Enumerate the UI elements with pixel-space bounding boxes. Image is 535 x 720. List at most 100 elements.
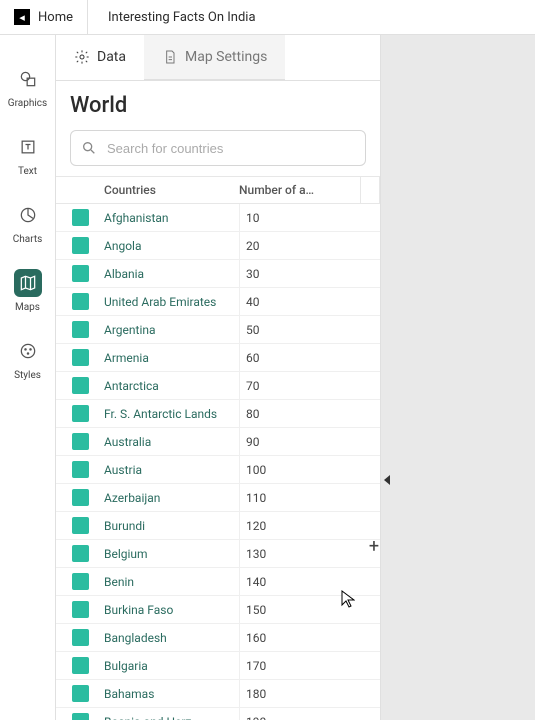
value-cell[interactable]: 50 bbox=[239, 316, 380, 343]
color-swatch[interactable] bbox=[72, 405, 89, 422]
value-cell[interactable]: 30 bbox=[239, 260, 380, 287]
country-cell[interactable]: Bangladesh bbox=[104, 631, 239, 645]
search-wrap[interactable] bbox=[70, 130, 366, 166]
canvas-area[interactable]: + bbox=[381, 35, 535, 720]
color-swatch[interactable] bbox=[72, 629, 89, 646]
country-cell[interactable]: Armenia bbox=[104, 351, 239, 365]
color-swatch[interactable] bbox=[72, 517, 89, 534]
value-cell[interactable]: 110 bbox=[239, 484, 380, 511]
value-cell[interactable]: 70 bbox=[239, 372, 380, 399]
add-button[interactable]: + bbox=[363, 535, 385, 557]
rail-item-maps[interactable]: Maps bbox=[0, 257, 55, 325]
tab-settings-label: Map Settings bbox=[185, 49, 267, 65]
rail-item-text[interactable]: Text bbox=[0, 121, 55, 189]
value-cell[interactable]: 180 bbox=[239, 680, 380, 707]
table-row[interactable]: Azerbaijan110 bbox=[56, 484, 380, 512]
color-swatch[interactable] bbox=[72, 545, 89, 562]
rail-item-styles[interactable]: Styles bbox=[0, 325, 55, 393]
country-cell[interactable]: Belgium bbox=[104, 547, 239, 561]
rail-label-charts: Charts bbox=[13, 234, 43, 245]
country-cell[interactable]: Afghanistan bbox=[104, 211, 239, 225]
country-cell[interactable]: Antarctica bbox=[104, 379, 239, 393]
table-row[interactable]: Antarctica70 bbox=[56, 372, 380, 400]
country-cell[interactable]: Albania bbox=[104, 267, 239, 281]
country-cell[interactable]: Bahamas bbox=[104, 687, 239, 701]
color-swatch[interactable] bbox=[72, 293, 89, 310]
color-swatch[interactable] bbox=[72, 657, 89, 674]
value-cell[interactable]: 150 bbox=[239, 596, 380, 623]
color-swatch[interactable] bbox=[72, 209, 89, 226]
table-row[interactable]: Bulgaria170 bbox=[56, 652, 380, 680]
value-cell[interactable]: 40 bbox=[239, 288, 380, 315]
country-cell[interactable]: United Arab Emirates bbox=[104, 295, 239, 309]
value-cell[interactable]: 80 bbox=[239, 400, 380, 427]
table-row[interactable]: Benin140 bbox=[56, 568, 380, 596]
color-swatch[interactable] bbox=[72, 237, 89, 254]
charts-icon bbox=[14, 201, 42, 229]
home-button[interactable]: ◂ Home bbox=[0, 0, 88, 34]
value-cell[interactable]: 130 bbox=[239, 540, 380, 567]
col-countries[interactable]: Countries bbox=[104, 183, 239, 197]
table-row[interactable]: Afghanistan10 bbox=[56, 204, 380, 232]
table-row[interactable]: Bahamas180 bbox=[56, 680, 380, 708]
value-cell[interactable]: 140 bbox=[239, 568, 380, 595]
color-swatch[interactable] bbox=[72, 265, 89, 282]
country-cell[interactable]: Argentina bbox=[104, 323, 239, 337]
color-swatch[interactable] bbox=[72, 461, 89, 478]
value-cell[interactable]: 190 bbox=[239, 708, 380, 720]
table-row[interactable]: Australia90 bbox=[56, 428, 380, 456]
color-swatch[interactable] bbox=[72, 573, 89, 590]
color-swatch[interactable] bbox=[72, 601, 89, 618]
table-row[interactable]: Burkina Faso150 bbox=[56, 596, 380, 624]
tab-map-settings[interactable]: Map Settings bbox=[144, 35, 285, 80]
table-row[interactable]: Fr. S. Antarctic Lands80 bbox=[56, 400, 380, 428]
color-swatch[interactable] bbox=[72, 321, 89, 338]
countries-table: Countries Number of a… Afghanistan10Ango… bbox=[56, 176, 380, 720]
table-body[interactable]: Afghanistan10Angola20Albania30United Ara… bbox=[56, 204, 380, 720]
tab-data[interactable]: Data bbox=[56, 35, 144, 80]
value-cell[interactable]: 170 bbox=[239, 652, 380, 679]
color-swatch[interactable] bbox=[72, 685, 89, 702]
rail-label-styles: Styles bbox=[14, 370, 41, 381]
value-cell[interactable]: 100 bbox=[239, 456, 380, 483]
color-swatch[interactable] bbox=[72, 713, 89, 720]
table-row[interactable]: United Arab Emirates40 bbox=[56, 288, 380, 316]
country-cell[interactable]: Benin bbox=[104, 575, 239, 589]
country-cell[interactable]: Angola bbox=[104, 239, 239, 253]
table-row[interactable]: Belgium130 bbox=[56, 540, 380, 568]
table-row[interactable]: Angola20 bbox=[56, 232, 380, 260]
country-cell[interactable]: Austria bbox=[104, 463, 239, 477]
rail-item-graphics[interactable]: Graphics bbox=[0, 53, 55, 121]
color-swatch[interactable] bbox=[72, 377, 89, 394]
table-row[interactable]: Argentina50 bbox=[56, 316, 380, 344]
collapse-panel-button[interactable] bbox=[380, 465, 394, 495]
value-cell[interactable]: 120 bbox=[239, 512, 380, 539]
rail-item-charts[interactable]: Charts bbox=[0, 189, 55, 257]
country-cell[interactable]: Australia bbox=[104, 435, 239, 449]
value-cell[interactable]: 20 bbox=[239, 232, 380, 259]
col-value[interactable]: Number of a… bbox=[239, 183, 360, 197]
color-swatch[interactable] bbox=[72, 489, 89, 506]
country-cell[interactable]: Burkina Faso bbox=[104, 603, 239, 617]
value-cell[interactable]: 160 bbox=[239, 624, 380, 651]
gear-icon bbox=[74, 49, 90, 65]
table-row[interactable]: Burundi120 bbox=[56, 512, 380, 540]
table-row[interactable]: Bangladesh160 bbox=[56, 624, 380, 652]
country-cell[interactable]: Fr. S. Antarctic Lands bbox=[104, 407, 239, 421]
value-cell[interactable]: 90 bbox=[239, 428, 380, 455]
country-cell[interactable]: Burundi bbox=[104, 519, 239, 533]
country-cell[interactable]: Bulgaria bbox=[104, 659, 239, 673]
table-row[interactable]: Albania30 bbox=[56, 260, 380, 288]
color-swatch[interactable] bbox=[72, 349, 89, 366]
value-cell[interactable]: 10 bbox=[239, 204, 380, 231]
graphics-icon bbox=[14, 65, 42, 93]
panel-tabs: Data Map Settings bbox=[56, 35, 380, 81]
table-row[interactable]: Armenia60 bbox=[56, 344, 380, 372]
search-input[interactable] bbox=[107, 141, 355, 156]
table-row[interactable]: Bosnia and Herz.190 bbox=[56, 708, 380, 720]
country-cell[interactable]: Azerbaijan bbox=[104, 491, 239, 505]
country-cell[interactable]: Bosnia and Herz. bbox=[104, 715, 239, 720]
table-row[interactable]: Austria100 bbox=[56, 456, 380, 484]
value-cell[interactable]: 60 bbox=[239, 344, 380, 371]
color-swatch[interactable] bbox=[72, 433, 89, 450]
